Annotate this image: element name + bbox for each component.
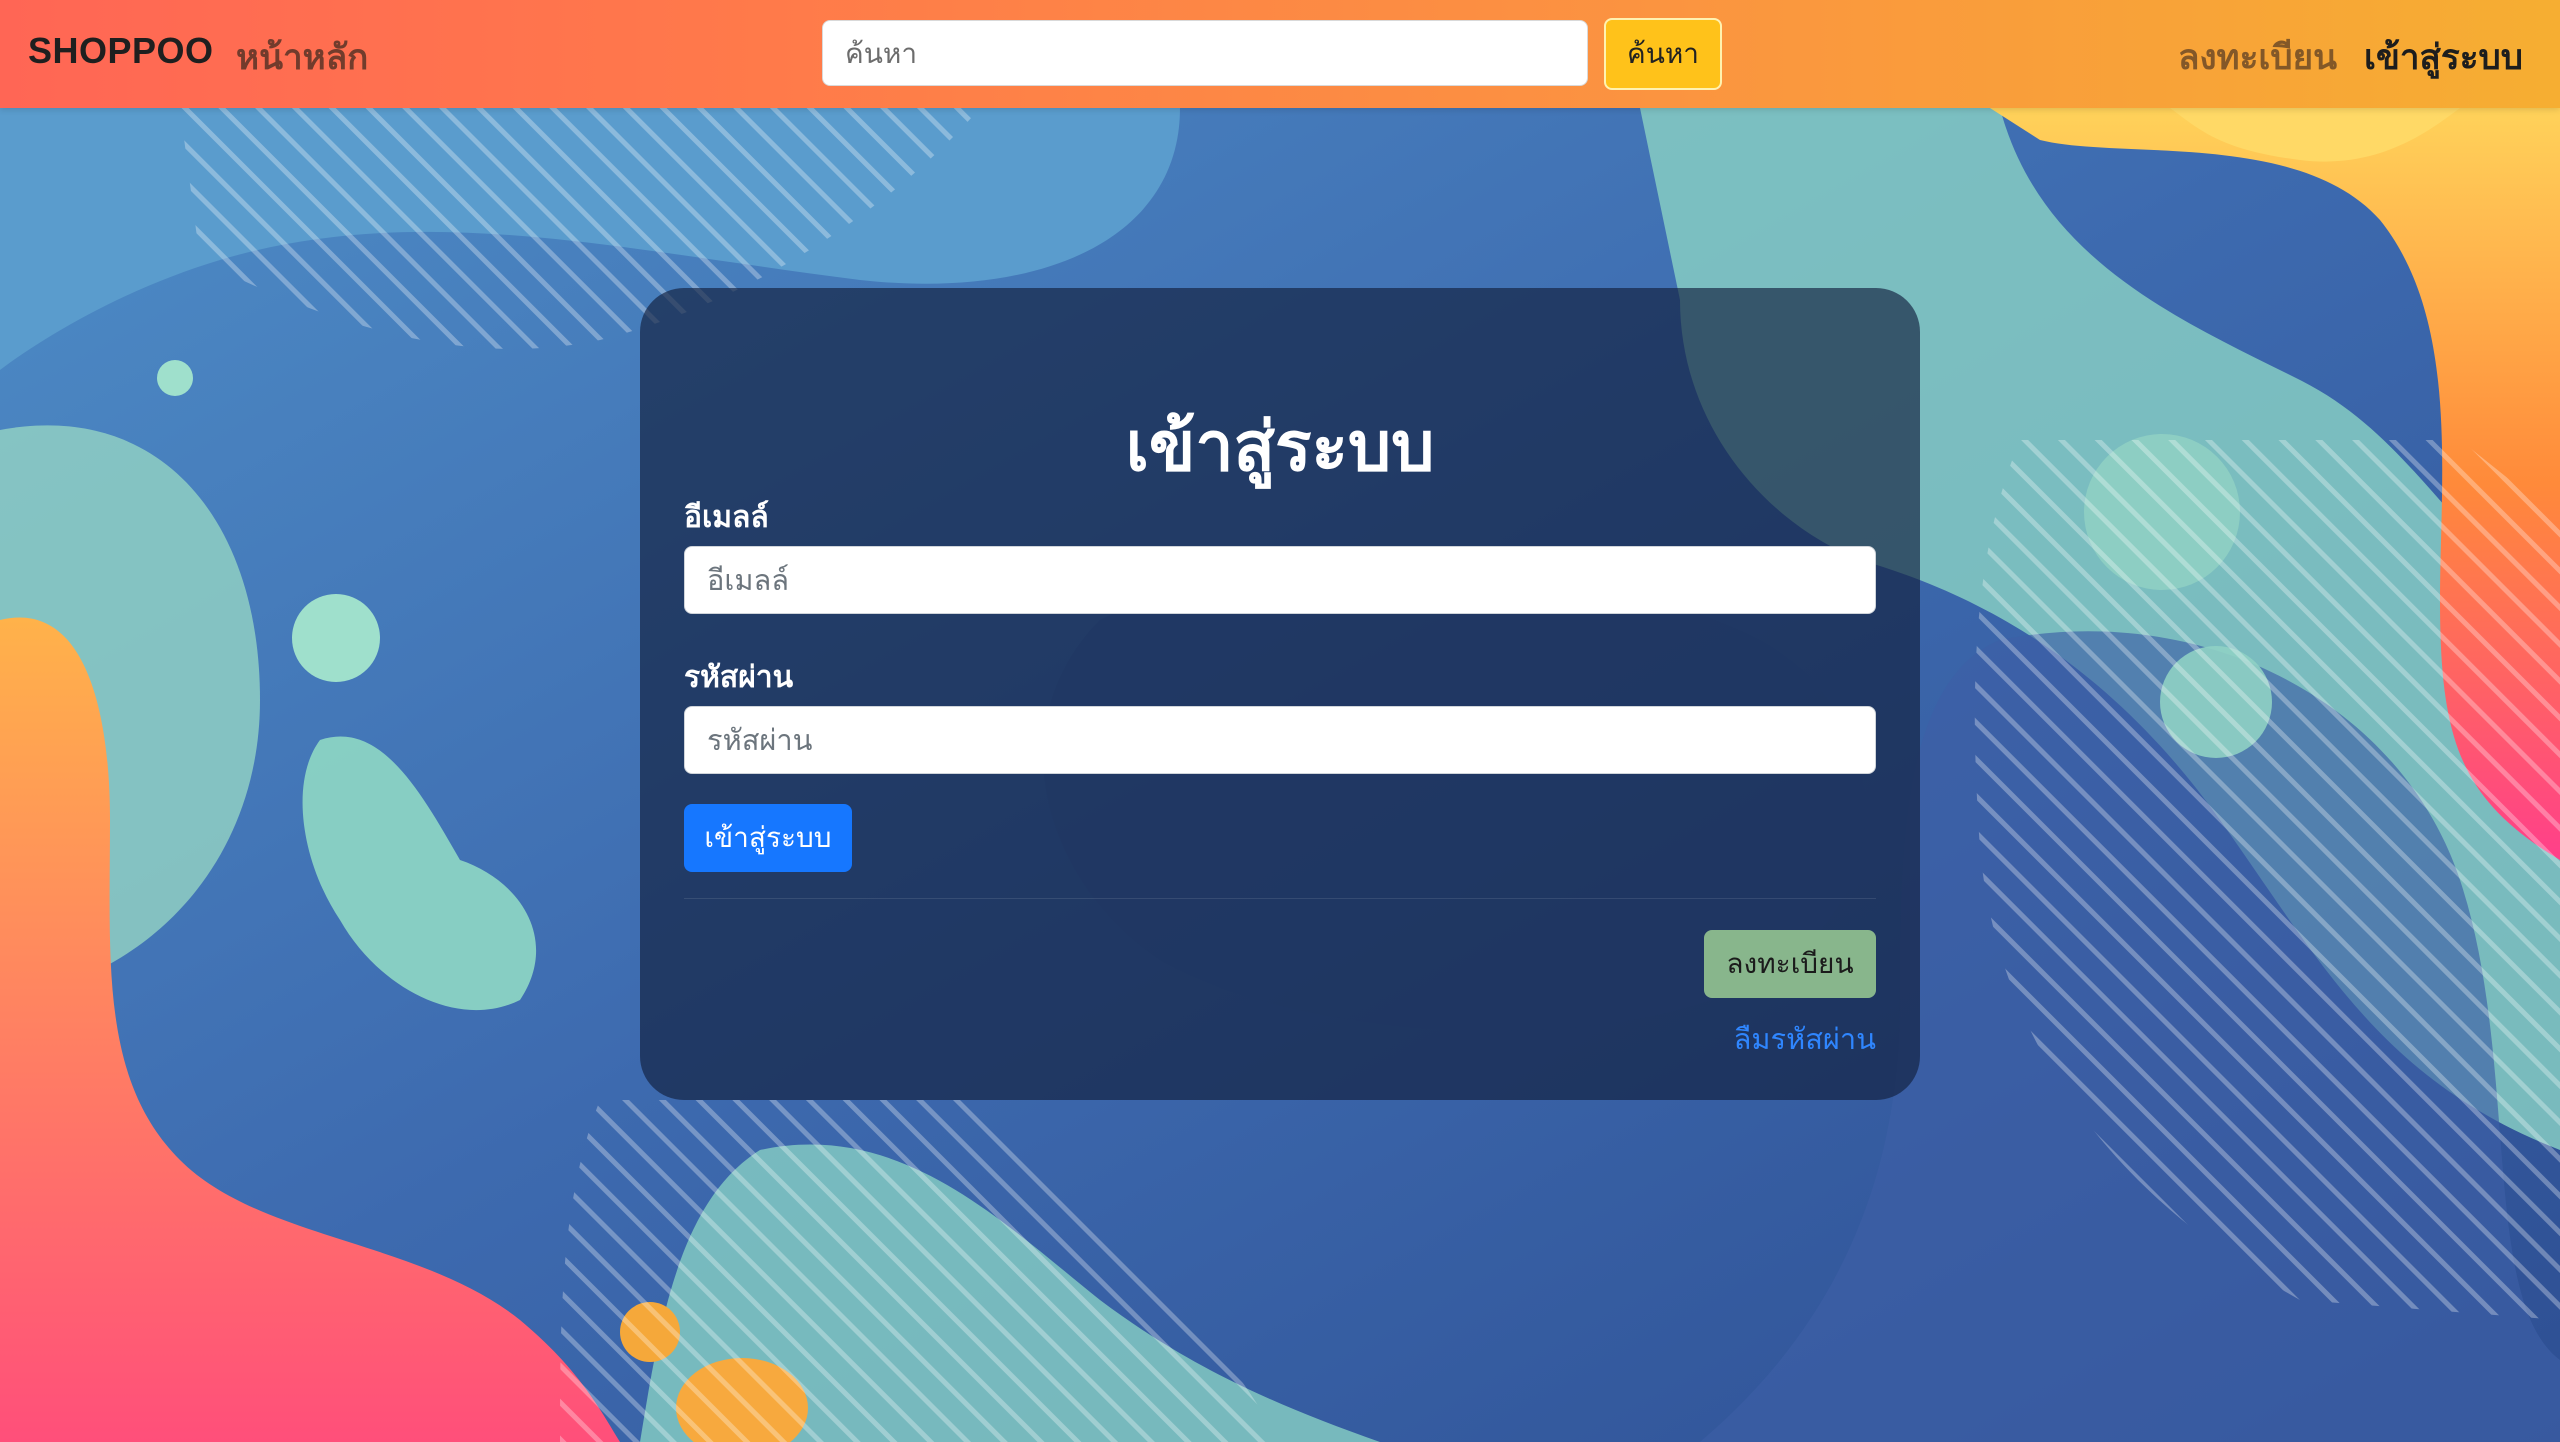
- register-button[interactable]: ลงทะเบียน: [1704, 930, 1876, 998]
- nav-link-home[interactable]: หน้าหลัก: [236, 30, 368, 85]
- password-field[interactable]: [684, 706, 1876, 774]
- login-card: เข้าสู่ระบบ อีเมลล์ รหัสผ่าน เข้าสู่ระบบ…: [640, 288, 1920, 1100]
- brand-logo[interactable]: SHOPPOO: [28, 30, 214, 72]
- search-button[interactable]: ค้นหา: [1604, 18, 1722, 90]
- top-navbar: SHOPPOO หน้าหลัก ค้นหา ลงทะเบียน เข้าสู่…: [0, 0, 2560, 108]
- login-button[interactable]: เข้าสู่ระบบ: [684, 804, 852, 872]
- password-label: รหัสผ่าน: [684, 660, 794, 695]
- email-field[interactable]: [684, 546, 1876, 614]
- login-title: เข้าสู่ระบบ: [1125, 408, 1435, 487]
- search-input[interactable]: [822, 20, 1588, 86]
- nav-link-login[interactable]: เข้าสู่ระบบ: [2364, 30, 2523, 85]
- forgot-password-link[interactable]: ลืมรหัสผ่าน: [1734, 1016, 1876, 1062]
- email-label: อีเมลล์: [684, 500, 769, 535]
- nav-link-register[interactable]: ลงทะเบียน: [2178, 30, 2337, 85]
- card-divider: [684, 898, 1876, 899]
